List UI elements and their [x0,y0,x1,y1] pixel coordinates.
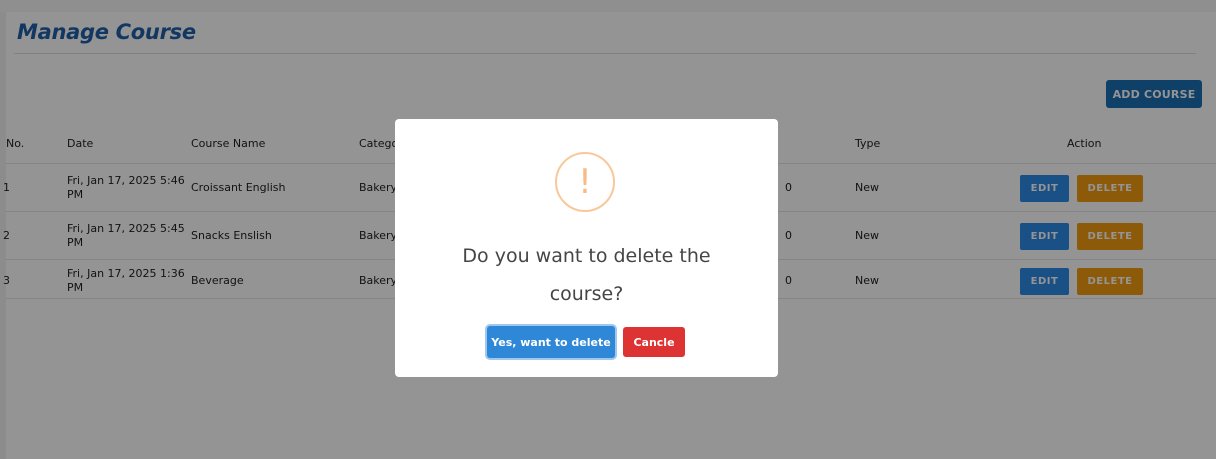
delete-confirm-dialog: ! Do you want to delete the course? Yes,… [395,119,778,377]
dialog-message-line-2: course? [549,283,624,305]
dialog-message: Do you want to delete the course? [395,237,778,313]
cancel-button[interactable]: Cancle [623,327,685,357]
confirm-delete-button[interactable]: Yes, want to delete [487,326,615,358]
dialog-message-line-1: Do you want to delete the [462,245,711,267]
exclamation-icon: ! [555,152,615,212]
